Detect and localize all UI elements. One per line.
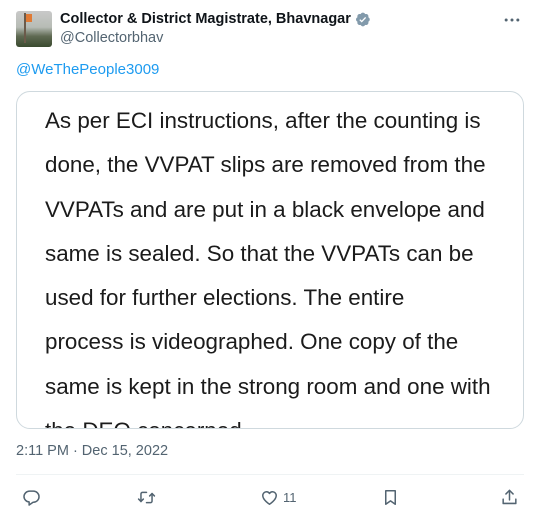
media-text-line: same is sealed. So that the VVPATs can b… <box>45 240 474 266</box>
media-text-line: the DEO concerned. <box>45 409 515 428</box>
media-image[interactable]: As per ECI instructions, after the count… <box>16 91 524 429</box>
author-name-row: Collector & District Magistrate, Bhavnag… <box>60 10 371 28</box>
media-text-line: same is kept in the strong room and one … <box>45 373 491 399</box>
author-display-name[interactable]: Collector & District Magistrate, Bhavnag… <box>60 11 351 27</box>
like-count: 11 <box>283 489 297 505</box>
more-icon[interactable] <box>502 10 522 30</box>
media-text-block: As per ECI instructions, after the count… <box>45 99 515 428</box>
action-bar: 11 <box>16 486 524 508</box>
author-handle[interactable]: @Collectorbhav <box>60 30 371 46</box>
repost-button[interactable] <box>137 486 160 508</box>
media-text-line: done, the VVPAT slips are removed from t… <box>45 152 486 178</box>
avatar-flag <box>26 14 32 22</box>
author-block: Collector & District Magistrate, Bhavnag… <box>60 10 371 46</box>
share-icon <box>502 489 517 504</box>
heart-icon <box>262 490 277 505</box>
bookmark-icon <box>384 489 397 505</box>
reply-icon <box>23 489 40 506</box>
media-text-line: VVPATs and are put in a black envelope a… <box>45 196 485 222</box>
divider <box>16 474 524 475</box>
like-button[interactable]: 11 <box>260 486 297 508</box>
reply-button[interactable] <box>22 486 45 508</box>
tweet-header: Collector & District Magistrate, Bhavnag… <box>16 8 526 48</box>
media-text-line: As per ECI instructions, after the count… <box>45 108 481 133</box>
repost-icon <box>137 491 156 503</box>
verified-badge-icon <box>355 12 370 26</box>
media-text-line: process is videographed. One copy of the <box>45 329 459 355</box>
avatar[interactable] <box>16 11 52 47</box>
tweet-timestamp[interactable]: 2:11 PM · Dec 15, 2022 <box>16 443 168 459</box>
media-text-line: used for further elections. The entire <box>45 285 405 311</box>
reply-to-mention[interactable]: @WeThePeople3009 <box>16 61 159 78</box>
share-button[interactable] <box>500 486 523 508</box>
bookmark-button[interactable] <box>381 486 404 508</box>
